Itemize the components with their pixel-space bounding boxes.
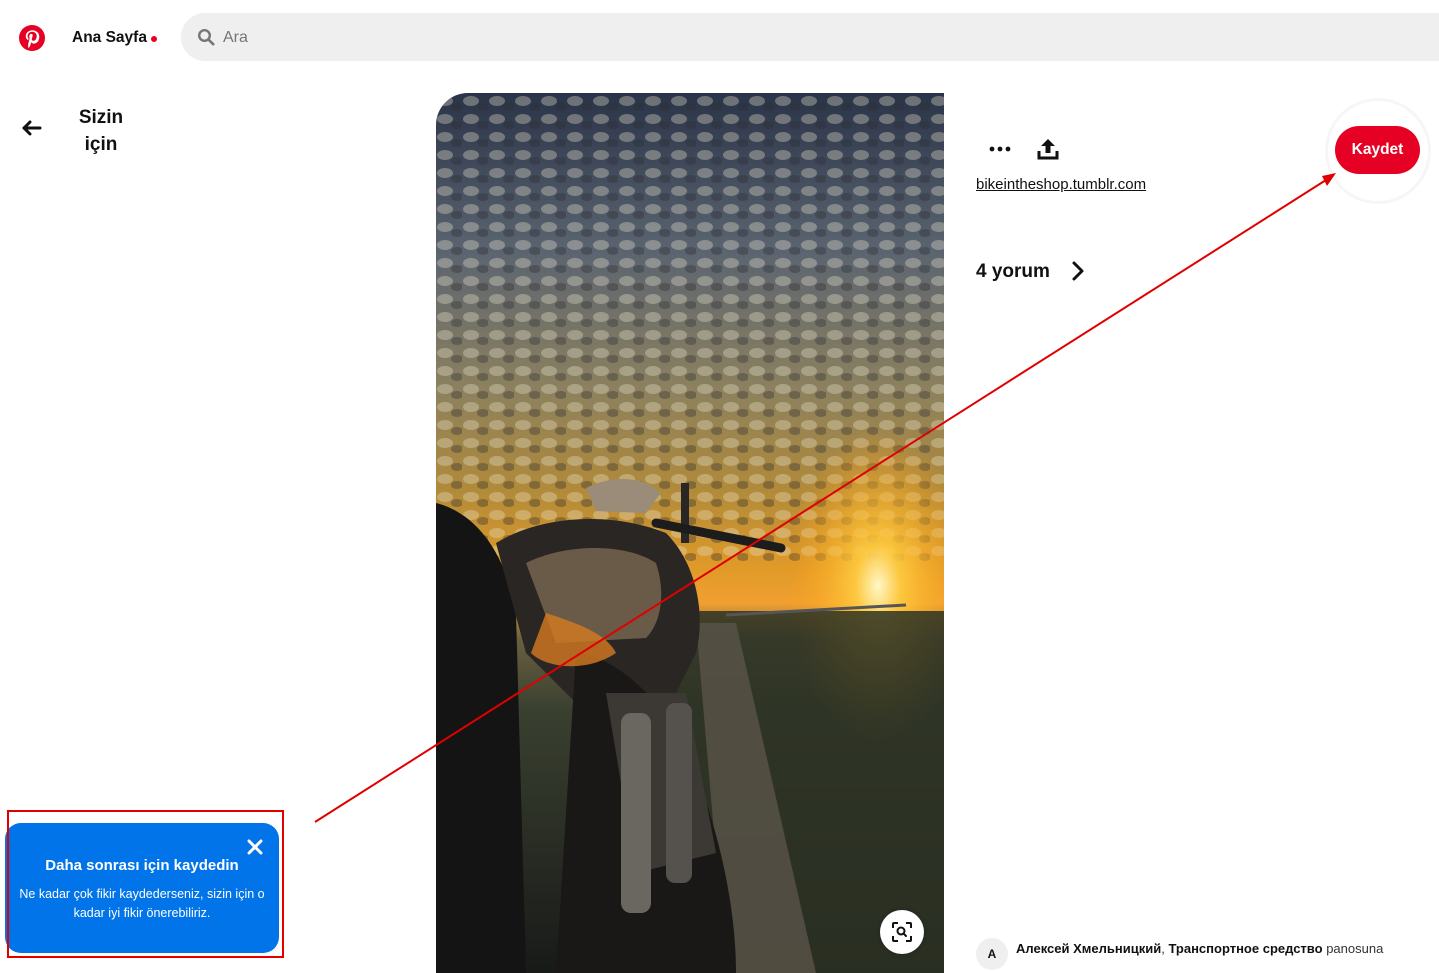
activity-user[interactable]: Алексей Хмельницкий	[1016, 941, 1161, 956]
save-button[interactable]: Kaydet	[1335, 126, 1420, 174]
share-button[interactable]	[1032, 133, 1064, 165]
back-label[interactable]: Sizin için	[62, 104, 140, 158]
annotation-highlight-box	[7, 810, 284, 958]
back-label-line2: için	[84, 134, 118, 155]
header: Ana Sayfa	[0, 0, 1439, 76]
pin-activity: A Алексей Хмельницкий, Транспортное сред…	[976, 938, 1384, 970]
avatar[interactable]: A	[976, 938, 1008, 970]
source-link[interactable]: bikeintheshop.tumblr.com	[976, 176, 1146, 193]
chevron-right-icon[interactable]	[1067, 260, 1089, 282]
ellipsis-icon	[989, 146, 1011, 152]
search-bar[interactable]	[181, 13, 1439, 63]
share-icon	[1037, 139, 1059, 160]
arrow-left-icon	[22, 120, 42, 136]
search-icon	[197, 28, 215, 46]
home-link[interactable]: Ana Sayfa	[72, 29, 147, 47]
comments-count[interactable]: 4 yorum	[976, 261, 1050, 283]
pinterest-logo-icon[interactable]	[19, 25, 45, 51]
back-button[interactable]	[16, 112, 50, 146]
activity-board[interactable]: Транспортное средство	[1168, 941, 1322, 956]
activity-suffix: panosuna	[1326, 941, 1384, 956]
notification-dot	[151, 36, 157, 42]
search-input[interactable]	[221, 13, 1125, 63]
visual-search-button[interactable]	[880, 910, 924, 954]
more-options-button[interactable]	[982, 133, 1018, 165]
visual-search-icon	[892, 922, 912, 942]
pin-image[interactable]	[436, 93, 944, 973]
activity-separator: ,	[1161, 941, 1165, 956]
back-label-line1: Sizin	[78, 107, 124, 128]
